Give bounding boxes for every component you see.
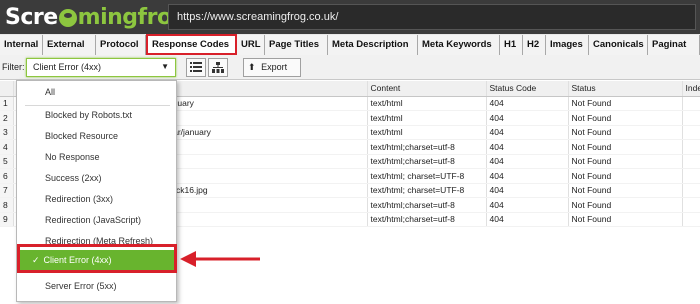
tab-h1[interactable]: H1 <box>500 35 523 55</box>
screaming-frog-logo: Scre mingfrog <box>5 3 187 31</box>
cell-status: Not Found <box>568 183 683 198</box>
tab-meta-keywords[interactable]: Meta Keywords <box>418 35 500 55</box>
tab-h2[interactable]: H2 <box>523 35 546 55</box>
cell-status: Not Found <box>568 110 683 126</box>
cell-content: text/html; charset=UTF-8 <box>367 168 487 184</box>
column-header-status[interactable]: Status <box>568 81 683 97</box>
tab-internal[interactable]: Internal <box>0 35 43 55</box>
cell-index: 5 <box>0 154 14 169</box>
cell-status-code: 404 <box>486 125 569 140</box>
tab-meta-description[interactable]: Meta Description <box>328 35 418 55</box>
cell-index: 7 <box>0 183 14 198</box>
cell-status: Not Found <box>568 154 683 169</box>
cell-index: 6 <box>0 168 14 184</box>
column-header-content[interactable]: Content <box>367 81 487 97</box>
chevron-down-icon: ▼ <box>161 62 169 71</box>
tab-protocol[interactable]: Protocol <box>96 35 146 55</box>
cell-status: Not Found <box>568 212 683 227</box>
list-view-icon <box>190 62 202 72</box>
cell-indexability <box>682 212 700 227</box>
filter-select[interactable]: Client Error (4xx) ▼ <box>26 58 176 77</box>
cell-index: 8 <box>0 197 14 213</box>
column-header-index[interactable] <box>0 81 14 97</box>
filter-selected-value: Client Error (4xx) <box>33 62 102 72</box>
cell-indexability <box>682 125 700 140</box>
cell-content: text/html; charset=UTF-8 <box>367 183 487 198</box>
cell-status-code: 404 <box>486 139 569 155</box>
tree-view-icon <box>212 62 224 73</box>
tab-page-titles[interactable]: Page Titles <box>265 35 328 55</box>
selected-filter-highlight <box>17 244 177 273</box>
cell-content: text/html <box>367 96 487 111</box>
cell-indexability <box>682 154 700 169</box>
cell-status: Not Found <box>568 125 683 140</box>
cell-content: text/html;charset=utf-8 <box>367 139 487 155</box>
cell-content: text/html;charset=utf-8 <box>367 212 487 227</box>
tab-canonicals[interactable]: Canonicals <box>589 35 648 55</box>
column-header-indexability[interactable]: Inde <box>682 81 700 97</box>
cell-index: 3 <box>0 125 14 140</box>
cell-status-code: 404 <box>486 154 569 169</box>
cell-status-code: 404 <box>486 212 569 227</box>
cell-index: 9 <box>0 212 14 227</box>
cell-status: Not Found <box>568 168 683 184</box>
tab-bar: Internal External Protocol Response Code… <box>0 34 700 55</box>
cell-content: text/html;charset=utf-8 <box>367 154 487 169</box>
menu-item-blocked-robots[interactable]: Blocked by Robots.txt <box>18 105 175 126</box>
logo-text-start: Scre <box>5 4 58 30</box>
cell-indexability <box>682 183 700 198</box>
cell-status-code: 404 <box>486 168 569 184</box>
tab-url[interactable]: URL <box>237 35 265 55</box>
app-header: Scre mingfrog https://www.screamingfrog.… <box>0 0 700 34</box>
column-header-status-code[interactable]: Status Code <box>486 81 569 97</box>
menu-item-no-response[interactable]: No Response <box>18 147 175 168</box>
cell-indexability <box>682 168 700 184</box>
menu-item-blocked-resource[interactable]: Blocked Resource <box>18 126 175 147</box>
cell-content: text/html <box>367 125 487 140</box>
cell-content: text/html;charset=utf-8 <box>367 197 487 213</box>
cell-status: Not Found <box>568 139 683 155</box>
cell-status: Not Found <box>568 96 683 111</box>
frog-logo-icon <box>58 9 77 27</box>
menu-item-all[interactable]: All <box>18 82 175 103</box>
filter-label: Filter: <box>2 62 25 72</box>
tab-images[interactable]: Images <box>546 35 589 55</box>
tree-view-button[interactable] <box>208 58 228 77</box>
export-icon: ⬆ <box>248 62 256 72</box>
menu-item-redirection-3xx[interactable]: Redirection (3xx) <box>18 189 175 210</box>
arrow-left-icon <box>180 251 260 267</box>
url-input[interactable]: https://www.screamingfrog.co.uk/ <box>168 4 696 30</box>
cell-status-code: 404 <box>486 96 569 111</box>
cell-indexability <box>682 110 700 126</box>
cell-status: Not Found <box>568 197 683 213</box>
menu-item-success[interactable]: Success (2xx) <box>18 168 175 189</box>
cell-status-code: 404 <box>486 183 569 198</box>
tab-pagination[interactable]: Paginat <box>648 35 700 55</box>
export-label: Export <box>261 62 288 72</box>
filter-toolbar: Filter: Client Error (4xx) ▼ ⬆ Export <box>0 55 700 80</box>
cell-indexability <box>682 197 700 213</box>
list-view-button[interactable] <box>186 58 206 77</box>
menu-item-redirection-js[interactable]: Redirection (JavaScript) <box>18 210 175 231</box>
menu-item-server-error[interactable]: Server Error (5xx) <box>18 276 175 297</box>
cell-index: 4 <box>0 139 14 155</box>
tab-response-codes[interactable]: Response Codes <box>146 34 237 55</box>
cell-indexability <box>682 139 700 155</box>
cell-indexability <box>682 96 700 111</box>
cell-status-code: 404 <box>486 110 569 126</box>
cell-index: 1 <box>0 96 14 111</box>
tab-external[interactable]: External <box>43 35 96 55</box>
export-button[interactable]: ⬆ Export <box>243 58 301 77</box>
cell-status-code: 404 <box>486 197 569 213</box>
cell-content: text/html <box>367 110 487 126</box>
cell-index: 2 <box>0 110 14 126</box>
